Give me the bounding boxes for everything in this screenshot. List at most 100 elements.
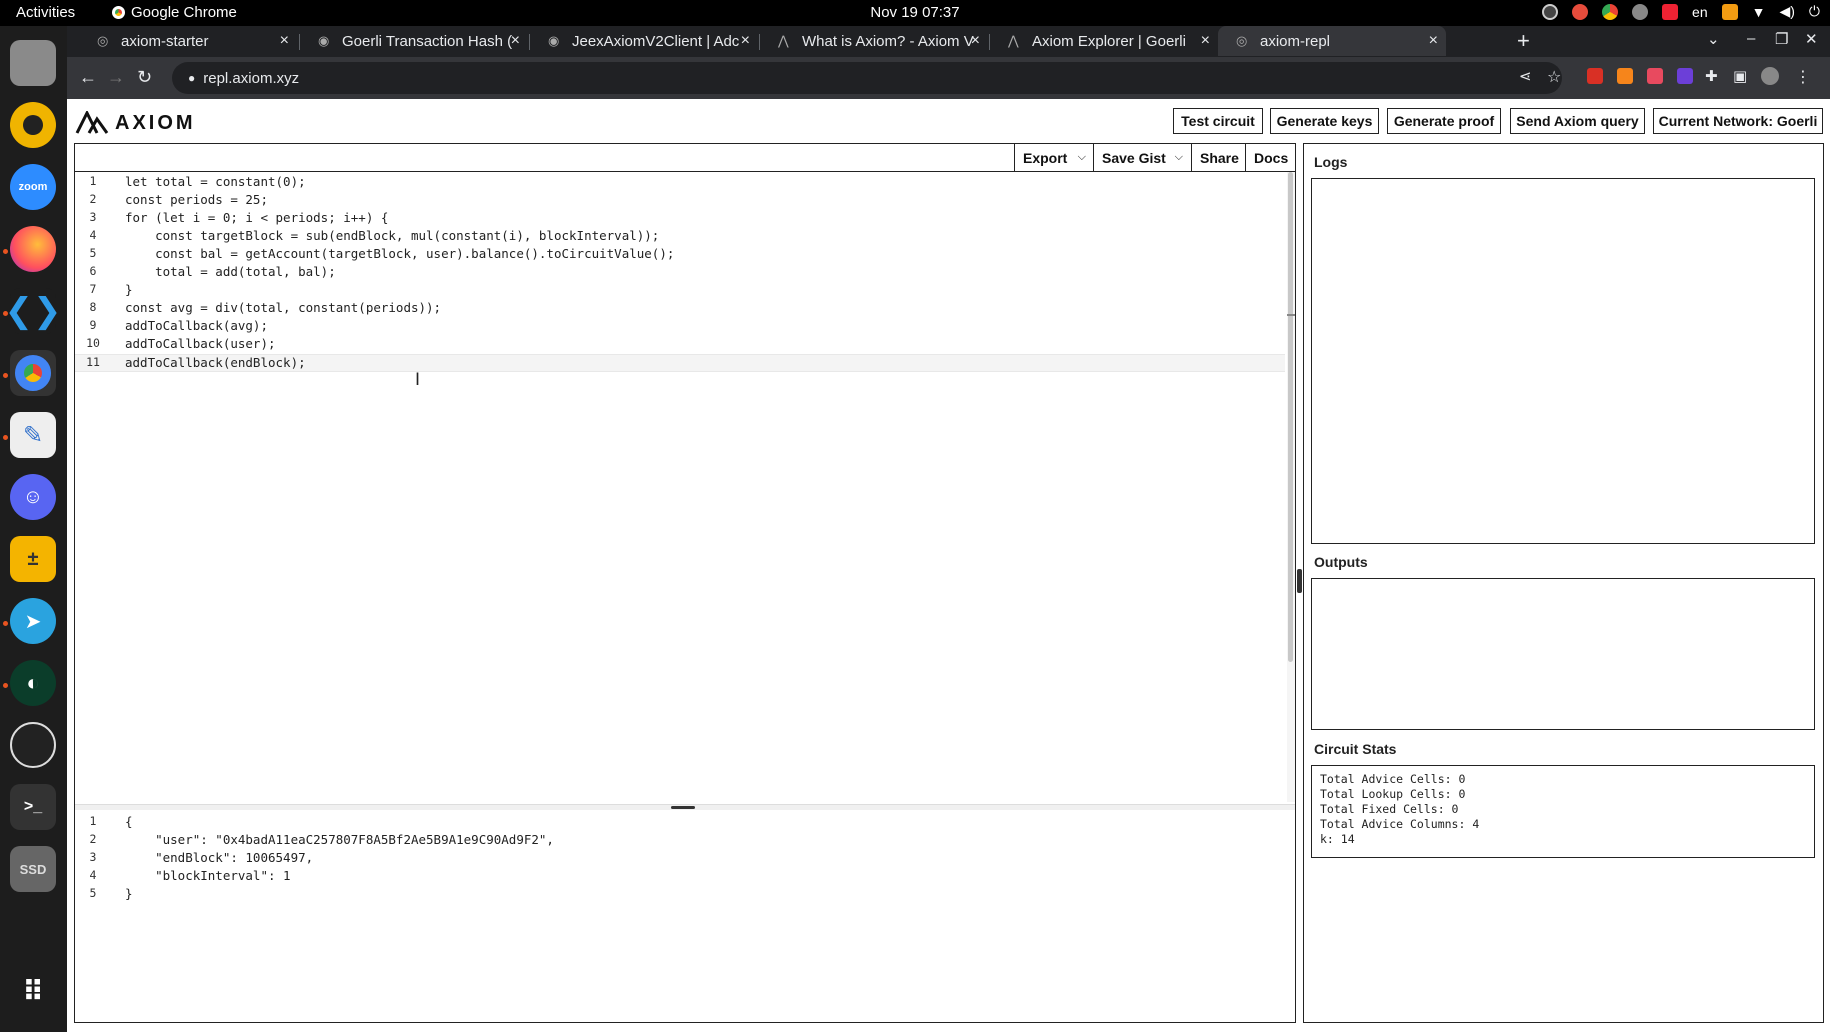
current-network-button[interactable]: Current Network: Goerli [1653,108,1823,134]
forward-arrow-icon[interactable]: → [107,67,125,88]
input-line[interactable]: "endBlock": 10065497, [125,850,313,865]
close-icon[interactable]: × [1429,32,1438,50]
bookmark-star-icon[interactable]: ☆ [1547,67,1561,87]
power-icon[interactable]: ⏻ [1809,3,1820,20]
tray-chrome-icon[interactable] [1602,3,1619,20]
tab-search-icon[interactable]: ⌄ [1707,30,1720,48]
browser-tab[interactable]: ◉ Goerli Transaction Hash ( × [300,26,528,56]
input-line[interactable]: "blockInterval": 1 [125,868,290,883]
circuit-code-editor[interactable]: 1 let total = constant(0); 2 const periods… [75,174,1285,372]
url-text[interactable]: repl.axiom.xyz [203,70,299,87]
code-line[interactable]: for (let i = 0; i < periods; i++) { [125,210,388,225]
extension-icon[interactable] [1647,68,1663,84]
reload-icon[interactable]: ↻ [137,67,152,88]
show-apps-icon[interactable]: ⠿ [10,968,56,1014]
tray-app-icon[interactable] [1662,3,1679,20]
profile-avatar[interactable] [1761,67,1779,85]
close-icon[interactable]: × [280,32,289,50]
maximize-button[interactable]: ❐ [1775,30,1788,48]
send-axiom-query-button[interactable]: Send Axiom query [1510,108,1645,134]
code-line[interactable]: } [125,282,133,297]
share-icon[interactable]: ⋖ [1519,67,1532,85]
tray-app-icon[interactable] [1572,3,1589,20]
code-line[interactable]: const targetBlock = sub(endBlock, mul(co… [125,228,659,243]
language-indicator[interactable]: en [1692,4,1708,20]
extension-icon[interactable] [1587,68,1603,84]
editor-splitter[interactable] [75,804,1295,810]
code-line[interactable]: addToCallback(endBlock); [125,355,306,370]
inputs-json-editor[interactable]: 1 { 2 "user": "0x4badA11eaC257807F8A5Bf2A… [75,814,1285,904]
close-icon[interactable]: × [511,32,520,50]
new-tab-button[interactable]: + [1517,28,1530,54]
close-icon[interactable]: × [971,32,980,50]
side-panel-icon[interactable]: ▣ [1733,67,1747,85]
chrome-dock-icon[interactable] [10,350,56,396]
calculator-icon[interactable]: ± [10,536,56,582]
zoom-icon[interactable]: zoom [10,164,56,210]
generate-keys-button[interactable]: Generate keys [1270,108,1379,134]
browser-tab[interactable]: ⋀ Axiom Explorer | Goerli × [990,26,1218,56]
discord-icon[interactable]: ☺ [10,474,56,520]
browser-tab[interactable]: ⋀ What is Axiom? - Axiom V × [760,26,988,56]
close-icon[interactable]: × [1201,32,1210,50]
terminal-icon[interactable]: >_ [10,784,56,830]
generate-proof-button[interactable]: Generate proof [1387,108,1501,134]
stat-line: Total Lookup Cells: 0 [1320,787,1466,801]
docs-button[interactable]: Docs [1245,144,1295,171]
telegram-icon[interactable]: ➤ [10,598,56,644]
logs-title: Logs [1314,154,1348,170]
share-button[interactable]: Share [1191,144,1245,171]
app-icon[interactable]: ◐ [10,660,56,706]
activities-button[interactable]: Activities [16,4,75,21]
volume-icon[interactable]: ◀) [1779,3,1794,20]
panel-resize-handle[interactable] [1297,569,1302,593]
input-line[interactable]: { [125,814,133,829]
obs-icon[interactable] [10,722,56,768]
chrome-menu-icon[interactable]: ⋮ [1795,67,1811,87]
site-info-icon[interactable]: ● [188,71,195,85]
firefox-icon[interactable] [10,226,56,272]
metamask-icon[interactable] [1617,68,1633,84]
extension-icon[interactable] [1677,68,1693,84]
tray-app-icon[interactable] [1721,3,1738,20]
input-line[interactable]: "user": "0x4badA11eaC257807F8A5Bf2Ae5B9A… [125,832,554,847]
address-bar[interactable]: ● repl.axiom.xyz [172,62,1562,94]
browser-tab-active[interactable]: ◎ axiom-repl × [1218,26,1446,56]
code-line[interactable]: addToCallback(user); [125,336,276,351]
ssd-drive-icon[interactable]: SSD [10,846,56,892]
save-gist-dropdown[interactable]: Save Gist ⌵ [1093,144,1191,171]
input-line[interactable]: } [125,886,133,901]
outputs-box[interactable] [1311,578,1815,730]
back-arrow-icon[interactable]: ← [79,67,97,88]
tray-app-icon[interactable] [1632,3,1649,20]
code-line[interactable]: addToCallback(avg); [125,318,268,333]
code-line[interactable]: const periods = 25; [125,192,268,207]
code-line[interactable]: const bal = getAccount(targetBlock, user… [125,246,674,261]
logs-box[interactable] [1311,178,1815,544]
axiom-logo[interactable]: AXIOM [75,111,196,135]
drag-handle-icon[interactable] [671,806,695,809]
editor-scrollbar[interactable] [1287,172,1295,802]
close-icon[interactable]: × [741,32,750,50]
text-editor-icon[interactable]: ✎ [10,412,56,458]
app-menu[interactable]: Google Chrome [112,4,237,21]
browser-tab[interactable]: ◉ JeexAxiomV2Client | Adc × [530,26,758,56]
test-circuit-button[interactable]: Test circuit [1173,108,1263,134]
rhythmbox-icon[interactable] [10,102,56,148]
code-line[interactable]: const avg = div(total, constant(periods)… [125,300,441,315]
network-icon[interactable]: ▼ [1752,4,1766,20]
export-dropdown[interactable]: Export ⌵ [1014,144,1094,171]
code-line[interactable]: let total = constant(0); [125,174,306,189]
tray-app-icon[interactable] [1542,3,1559,20]
minimize-button[interactable]: – [1747,30,1755,47]
files-icon[interactable] [10,40,56,86]
logo-text: AXIOM [115,111,196,134]
browser-tab[interactable]: ◎ axiom-starter × [79,26,297,56]
extensions-puzzle-icon[interactable]: ✚ [1705,67,1718,85]
scrollbar-thumb[interactable] [1288,172,1293,662]
save-gist-label: Save Gist [1102,149,1166,166]
export-label: Export [1023,149,1068,166]
vscode-icon[interactable]: ❮❯ [5,288,62,334]
code-line[interactable]: total = add(total, bal); [125,264,336,279]
close-window-button[interactable]: ✕ [1805,30,1818,48]
